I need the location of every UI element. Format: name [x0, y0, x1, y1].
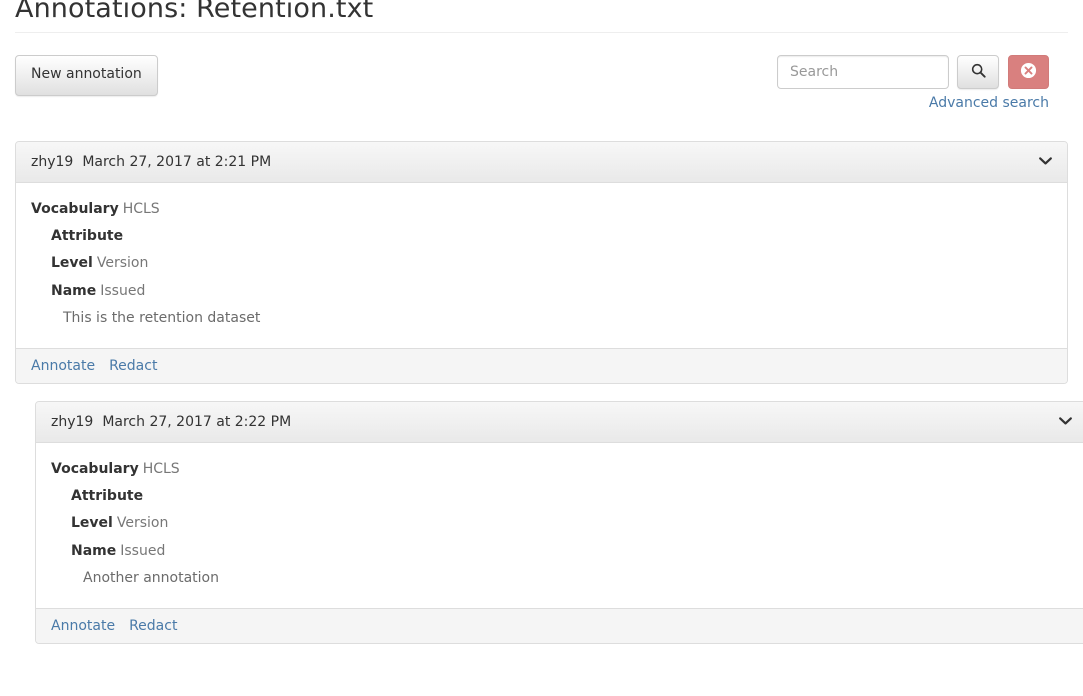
chevron-down-icon[interactable] — [1038, 155, 1052, 168]
annotation-list: zhy19 March 27, 2017 at 2:21 PM Vocabula… — [15, 140, 1083, 645]
field-label: Name — [51, 282, 97, 299]
search-group — [777, 54, 1049, 89]
field-label: Name — [71, 542, 117, 559]
redact-link[interactable]: Redact — [109, 358, 157, 374]
annotate-link[interactable]: Annotate — [51, 618, 115, 634]
search-button[interactable] — [957, 54, 999, 89]
annotation-field: Level Version — [51, 253, 1052, 273]
field-value: Version — [116, 515, 169, 532]
field-label: Vocabulary — [31, 200, 119, 217]
annotation-card-footer: Annotate Redact — [36, 608, 1083, 644]
field-label: Attribute — [51, 227, 124, 244]
field-value: HCLS — [142, 460, 180, 477]
annotation-meta: zhy19 March 27, 2017 at 2:22 PM — [51, 414, 291, 430]
redact-link[interactable]: Redact — [129, 618, 177, 634]
remove-circle-icon — [1020, 62, 1037, 82]
annotation-date: March 27, 2017 at 2:21 PM — [82, 153, 272, 170]
chevron-down-icon[interactable] — [1058, 415, 1072, 428]
annotation-card-body: Vocabulary HCLS Attribute Level Version Na… — [16, 182, 1067, 348]
annotation-date: March 27, 2017 at 2:22 PM — [102, 413, 292, 430]
field-label: Vocabulary — [51, 460, 139, 477]
annotation-field: Attribute — [51, 226, 1052, 246]
annotation-field: Attribute — [71, 486, 1072, 506]
field-value: Issued — [100, 282, 146, 299]
annotation-card: zhy19 March 27, 2017 at 2:22 PM Vocabula… — [35, 400, 1083, 645]
annotation-field: Vocabulary HCLS — [51, 459, 1072, 479]
annotate-link[interactable]: Annotate — [31, 358, 95, 374]
annotation-card: zhy19 March 27, 2017 at 2:21 PM Vocabula… — [15, 140, 1068, 384]
annotation-field: Name Issued — [51, 281, 1052, 301]
annotation-field: Vocabulary HCLS — [31, 199, 1052, 219]
field-value: HCLS — [122, 200, 160, 217]
annotation-card-header[interactable]: zhy19 March 27, 2017 at 2:21 PM — [16, 141, 1067, 183]
annotation-body-text: This is the retention dataset — [63, 309, 261, 326]
annotation-card-header[interactable]: zhy19 March 27, 2017 at 2:22 PM — [36, 401, 1083, 443]
advanced-search-link[interactable]: Advanced search — [929, 95, 1049, 111]
annotation-card-footer: Annotate Redact — [16, 347, 1067, 383]
clear-search-button[interactable] — [1008, 54, 1049, 89]
annotation-card-body: Vocabulary HCLS Attribute Level Version Na… — [36, 442, 1083, 609]
annotation-author: zhy19 — [31, 153, 74, 170]
annotation-field: Name Issued — [71, 541, 1072, 561]
page-title: Annotations: Retention.txt — [15, 0, 374, 24]
title-divider — [15, 31, 1068, 33]
annotations-page: Annotations: Retention.txt New annotatio… — [0, 0, 1083, 696]
field-value: Version — [96, 255, 149, 272]
annotation-field: Level Version — [71, 513, 1072, 533]
field-label: Level — [51, 255, 93, 272]
annotation-body-text: Another annotation — [83, 570, 219, 587]
search-icon — [971, 63, 986, 81]
field-label: Level — [71, 515, 113, 532]
field-label: Attribute — [71, 488, 144, 505]
search-input[interactable] — [777, 54, 949, 89]
field-value: Issued — [120, 542, 166, 559]
annotation-author: zhy19 — [51, 413, 94, 430]
toolbar: New annotation Search Advanced search — [15, 54, 1068, 117]
annotation-meta: zhy19 March 27, 2017 at 2:21 PM — [31, 154, 271, 170]
new-annotation-button[interactable]: New annotation — [15, 54, 158, 96]
